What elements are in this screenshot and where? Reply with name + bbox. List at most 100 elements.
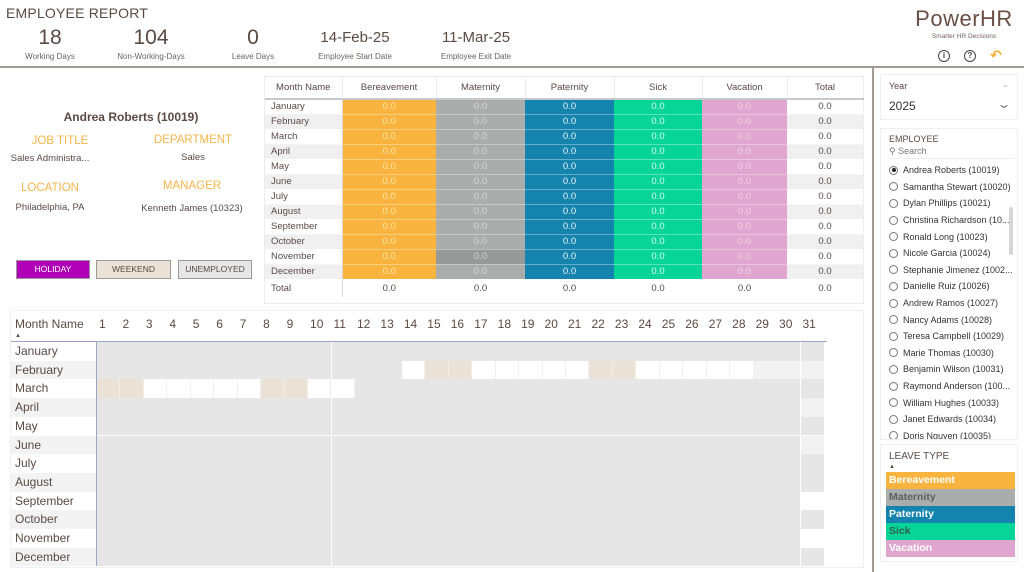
unemployed-day-cell[interactable] bbox=[143, 435, 168, 455]
unemployed-day-cell[interactable] bbox=[589, 510, 613, 529]
unemployed-day-cell[interactable] bbox=[542, 435, 566, 455]
day-header[interactable]: 29 bbox=[756, 317, 769, 331]
unemployed-day-cell[interactable] bbox=[659, 435, 684, 455]
unemployed-day-cell[interactable] bbox=[753, 472, 778, 492]
unemployed-day-cell[interactable] bbox=[214, 454, 238, 473]
unemployed-day-cell[interactable] bbox=[331, 472, 355, 492]
unemployed-day-cell[interactable] bbox=[143, 398, 168, 417]
unemployed-day-cell[interactable] bbox=[401, 416, 426, 436]
radio-button[interactable] bbox=[889, 248, 898, 258]
unemployed-day-cell[interactable] bbox=[167, 491, 191, 511]
unemployed-day-cell[interactable] bbox=[401, 529, 426, 548]
unemployed-day-cell[interactable] bbox=[261, 416, 285, 436]
unemployed-day-cell[interactable] bbox=[97, 360, 121, 380]
working-day-cell[interactable] bbox=[308, 379, 332, 399]
unemployed-day-cell[interactable] bbox=[612, 547, 637, 567]
unemployed-day-cell[interactable] bbox=[190, 529, 215, 548]
unemployed-day-cell[interactable] bbox=[472, 529, 496, 548]
unemployed-day-cell[interactable] bbox=[214, 342, 238, 361]
unemployed-day-cell[interactable] bbox=[354, 360, 379, 380]
day-header[interactable]: 3 bbox=[146, 317, 153, 331]
radio-button[interactable] bbox=[889, 232, 898, 242]
unemployed-day-cell[interactable] bbox=[659, 547, 684, 567]
day-header[interactable]: 7 bbox=[240, 317, 247, 331]
unemployed-day-cell[interactable] bbox=[777, 472, 801, 492]
unemployed-day-cell[interactable] bbox=[308, 416, 332, 436]
unemployed-day-cell[interactable] bbox=[261, 510, 285, 529]
unemployed-day-cell[interactable] bbox=[542, 342, 566, 361]
unemployed-day-cell[interactable] bbox=[612, 510, 637, 529]
working-day-cell[interactable] bbox=[542, 360, 566, 380]
employee-option[interactable]: Danielle Ruiz (10026) bbox=[889, 278, 1013, 295]
unemployed-day-cell[interactable] bbox=[378, 360, 402, 380]
unemployed-day-cell[interactable] bbox=[542, 398, 566, 417]
unemployed-day-cell[interactable] bbox=[683, 529, 707, 548]
unemployed-day-cell[interactable] bbox=[354, 547, 379, 567]
unemployed-day-cell[interactable] bbox=[425, 491, 449, 511]
unemployed-day-cell[interactable] bbox=[167, 342, 191, 361]
unemployed-day-cell[interactable] bbox=[706, 379, 731, 399]
unemployed-day-cell[interactable] bbox=[777, 529, 801, 548]
unemployed-day-cell[interactable] bbox=[214, 491, 238, 511]
unemployed-day-cell[interactable] bbox=[566, 435, 590, 455]
unemployed-day-cell[interactable] bbox=[425, 529, 449, 548]
unemployed-day-cell[interactable] bbox=[495, 416, 520, 436]
unemployed-day-cell[interactable] bbox=[120, 454, 144, 473]
unemployed-day-cell[interactable] bbox=[97, 435, 121, 455]
unemployed-day-cell[interactable] bbox=[354, 379, 379, 399]
employee-option[interactable]: William Hughes (10033) bbox=[889, 394, 1013, 411]
unemployed-day-cell[interactable] bbox=[730, 529, 754, 548]
unemployed-day-cell[interactable] bbox=[636, 398, 660, 417]
unemployed-day-cell[interactable] bbox=[730, 454, 754, 473]
unemployed-day-cell[interactable] bbox=[425, 379, 449, 399]
unemployed-day-cell[interactable] bbox=[472, 342, 496, 361]
sort-ascending-icon[interactable]: ▲ bbox=[15, 333, 21, 339]
unemployed-day-cell[interactable] bbox=[378, 398, 402, 417]
employee-option[interactable]: Andrew Ramos (10027) bbox=[889, 295, 1013, 312]
employee-option[interactable]: Andrea Roberts (10019) bbox=[889, 162, 1013, 179]
chevron-down-icon[interactable]: ⌄ bbox=[996, 97, 1011, 111]
day-header[interactable]: 31 bbox=[803, 317, 816, 331]
day-header[interactable]: 25 bbox=[662, 317, 675, 331]
radio-button[interactable] bbox=[889, 414, 898, 424]
unemployed-day-cell[interactable] bbox=[143, 491, 168, 511]
sort-ascending-icon[interactable]: ▲ bbox=[889, 464, 895, 470]
unemployed-day-cell[interactable] bbox=[542, 510, 566, 529]
matrix-row-label[interactable]: June bbox=[11, 435, 96, 455]
employee-option[interactable]: Nicole Garcia (10024) bbox=[889, 245, 1013, 262]
unemployed-day-cell[interactable] bbox=[214, 547, 238, 567]
unemployed-day-cell[interactable] bbox=[472, 398, 496, 417]
working-day-cell[interactable] bbox=[683, 360, 707, 380]
unemployed-day-cell[interactable] bbox=[706, 454, 731, 473]
radio-button[interactable] bbox=[889, 298, 898, 308]
unemployed-day-cell[interactable] bbox=[589, 491, 613, 511]
unemployed-day-cell[interactable] bbox=[167, 472, 191, 492]
unemployed-day-cell[interactable] bbox=[237, 435, 262, 455]
unemployed-day-cell[interactable] bbox=[214, 416, 238, 436]
unemployed-day-cell[interactable] bbox=[143, 529, 168, 548]
day-header[interactable]: 14 bbox=[404, 317, 417, 331]
unemployed-day-cell[interactable] bbox=[730, 398, 754, 417]
unemployed-day-cell[interactable] bbox=[448, 379, 473, 399]
unemployed-day-cell[interactable] bbox=[261, 360, 285, 380]
unemployed-day-cell[interactable] bbox=[777, 454, 801, 473]
unemployed-day-cell[interactable] bbox=[495, 472, 520, 492]
unemployed-day-cell[interactable] bbox=[425, 454, 449, 473]
weekend-day-cell[interactable] bbox=[612, 360, 637, 380]
unemployed-day-cell[interactable] bbox=[753, 342, 778, 361]
day-header[interactable]: 6 bbox=[216, 317, 223, 331]
unemployed-day-cell[interactable] bbox=[214, 529, 238, 548]
table-row[interactable]: June 0.0 0.0 0.0 0.0 0.0 0.0 bbox=[265, 174, 863, 190]
unemployed-day-cell[interactable] bbox=[190, 510, 215, 529]
table-row[interactable]: September 0.0 0.0 0.0 0.0 0.0 0.0 bbox=[265, 219, 863, 235]
working-day-cell[interactable] bbox=[519, 360, 543, 380]
radio-button[interactable] bbox=[889, 381, 898, 391]
unemployed-day-cell[interactable] bbox=[448, 510, 473, 529]
unemployed-day-cell[interactable] bbox=[378, 547, 402, 567]
day-header[interactable]: 11 bbox=[334, 317, 346, 331]
unemployed-day-cell[interactable] bbox=[777, 416, 801, 436]
weekend-day-cell[interactable] bbox=[589, 360, 613, 380]
unemployed-day-cell[interactable] bbox=[542, 379, 566, 399]
unemployed-day-cell[interactable] bbox=[401, 379, 426, 399]
unemployed-day-cell[interactable] bbox=[167, 529, 191, 548]
